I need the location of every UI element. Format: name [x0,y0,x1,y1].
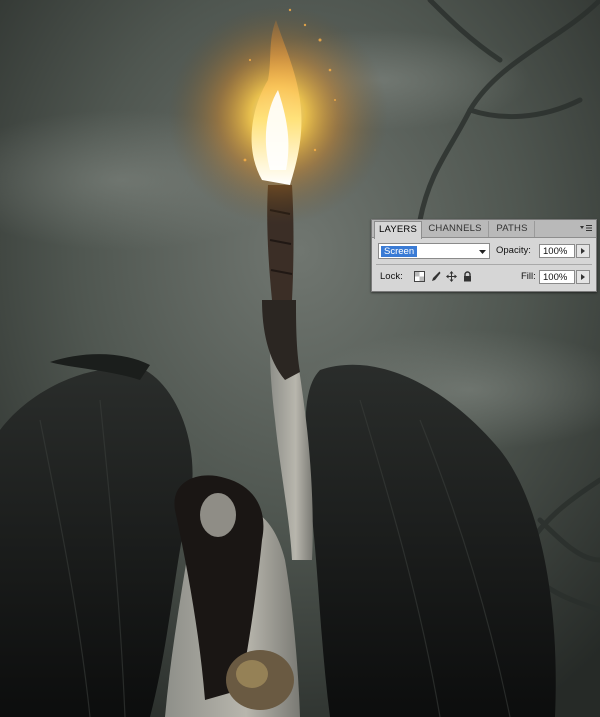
lock-transparent-pixels-icon[interactable] [414,271,425,282]
lock-all-icon[interactable] [462,271,473,282]
opacity-label: Opacity: [496,245,531,256]
layers-panel: LAYERS CHANNELS PATHS Screen Opacity: 10… [371,219,597,292]
panel-menu-icon[interactable] [579,222,593,234]
blend-mode-value: Screen [381,246,418,257]
opacity-field[interactable]: 100% [539,244,575,258]
panel-tab-bar: LAYERS CHANNELS PATHS [372,220,596,239]
lock-position-icon[interactable] [446,271,457,282]
triangle-right-icon [581,248,585,254]
panel-divider [376,264,592,265]
canvas-artwork [0,0,600,717]
chevron-down-icon [479,250,486,254]
opacity-slider-button[interactable] [576,244,590,258]
fill-slider-button[interactable] [576,270,590,284]
lock-image-pixels-icon[interactable] [430,271,441,282]
blend-mode-dropdown[interactable]: Screen [378,243,490,259]
tab-paths[interactable]: PATHS [490,221,535,237]
triangle-right-icon [581,274,585,280]
tab-channels[interactable]: CHANNELS [422,221,489,237]
fill-label: Fill: [521,271,536,282]
tab-layers[interactable]: LAYERS [374,221,422,239]
lock-label: Lock: [380,271,403,282]
fill-field[interactable]: 100% [539,270,575,284]
